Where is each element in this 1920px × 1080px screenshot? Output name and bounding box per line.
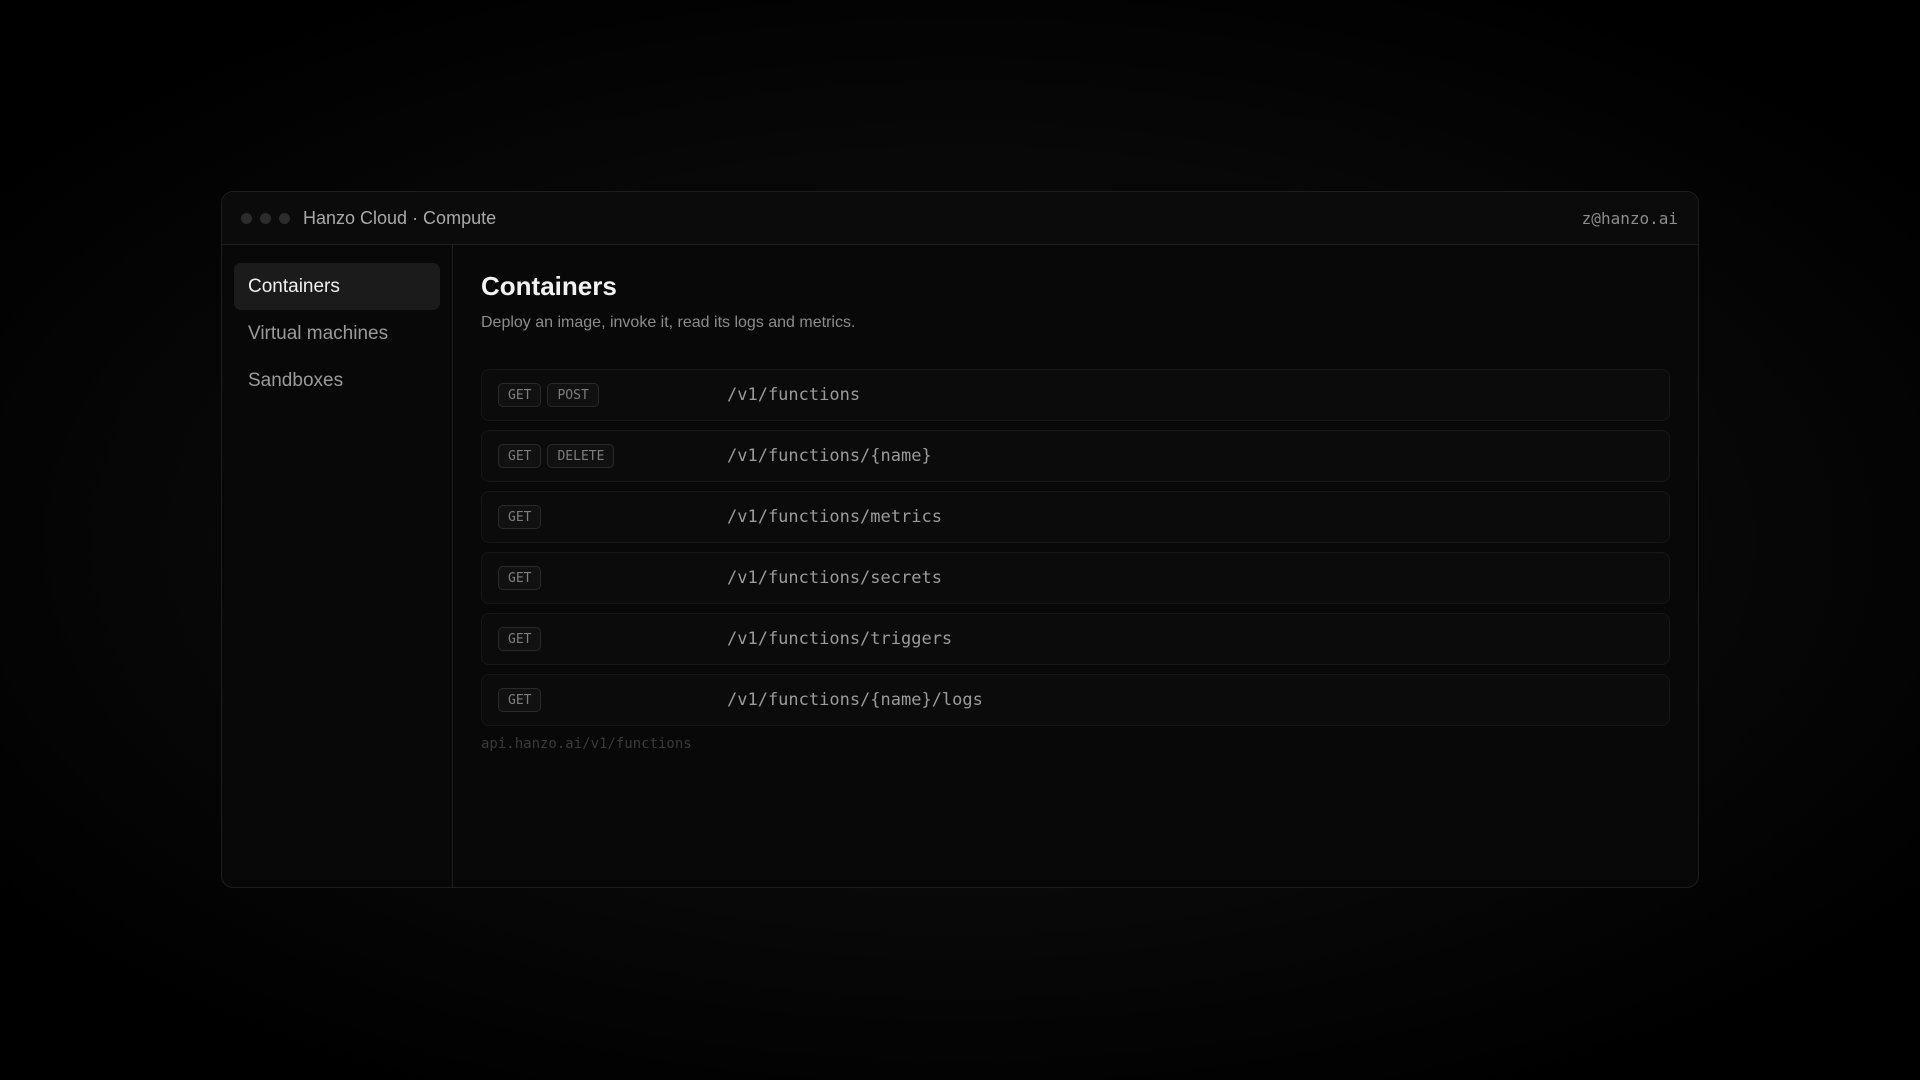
sidebar-item-virtual-machines[interactable]: Virtual machines xyxy=(234,310,440,357)
method-badge-get: GET xyxy=(498,566,542,590)
method-badges: GET xyxy=(498,675,547,725)
endpoint-path: /v1/functions xyxy=(727,385,861,405)
endpoint-row[interactable]: GET POST /v1/functions xyxy=(481,369,1670,421)
title-bar: Hanzo Cloud · Compute z@hanzo.ai xyxy=(222,192,1698,245)
method-badge-post: POST xyxy=(547,383,599,407)
main-content: Containers Deploy an image, invoke it, r… xyxy=(453,245,1698,887)
page-title: Containers xyxy=(481,271,617,301)
sidebar: Containers Virtual machines Sandboxes xyxy=(222,245,453,887)
method-badge-get: GET xyxy=(498,444,542,468)
window-title: Hanzo Cloud · Compute xyxy=(303,207,497,228)
method-badges: GET DELETE xyxy=(498,431,620,481)
method-badge-get: GET xyxy=(498,627,542,651)
endpoint-path: /v1/functions/{name} xyxy=(727,446,932,466)
minimize-dot-icon[interactable] xyxy=(260,212,271,224)
endpoint-path: /v1/functions/metrics xyxy=(727,507,942,527)
app-window: Hanzo Cloud · Compute z@hanzo.ai Contain… xyxy=(221,191,1699,888)
endpoint-list: GET POST /v1/functions GET DELETE /v1/fu… xyxy=(481,369,1670,735)
desktop-background: Hanzo Cloud · Compute z@hanzo.ai Contain… xyxy=(0,0,1920,1080)
endpoint-row[interactable]: GET /v1/functions/metrics xyxy=(481,491,1670,543)
method-badge-delete: DELETE xyxy=(547,444,615,468)
endpoint-path: /v1/functions/triggers xyxy=(727,629,953,649)
close-dot-icon[interactable] xyxy=(241,212,252,224)
method-badges: GET xyxy=(498,614,547,664)
method-badge-get: GET xyxy=(498,505,542,529)
endpoint-path: /v1/functions/{name}/logs xyxy=(727,690,983,710)
endpoint-path: /v1/functions/secrets xyxy=(727,568,942,588)
base-url: api.hanzo.ai/v1/functions xyxy=(481,736,692,752)
method-badge-get: GET xyxy=(498,383,542,407)
method-badges: GET xyxy=(498,553,547,603)
method-badge-get: GET xyxy=(498,688,542,712)
account-email[interactable]: z@hanzo.ai xyxy=(1582,192,1678,245)
sidebar-item-containers[interactable]: Containers xyxy=(234,263,440,310)
method-badges: GET xyxy=(498,492,547,542)
endpoint-row[interactable]: GET /v1/functions/triggers xyxy=(481,613,1670,665)
sidebar-item-sandboxes[interactable]: Sandboxes xyxy=(234,357,440,404)
endpoint-row[interactable]: GET DELETE /v1/functions/{name} xyxy=(481,430,1670,482)
endpoint-row[interactable]: GET /v1/functions/{name}/logs xyxy=(481,674,1670,726)
maximize-dot-icon[interactable] xyxy=(279,212,290,224)
endpoint-row[interactable]: GET /v1/functions/secrets xyxy=(481,552,1670,604)
page-subtitle: Deploy an image, invoke it, read its log… xyxy=(481,314,856,331)
window-controls xyxy=(241,212,298,224)
method-badges: GET POST xyxy=(498,370,605,420)
